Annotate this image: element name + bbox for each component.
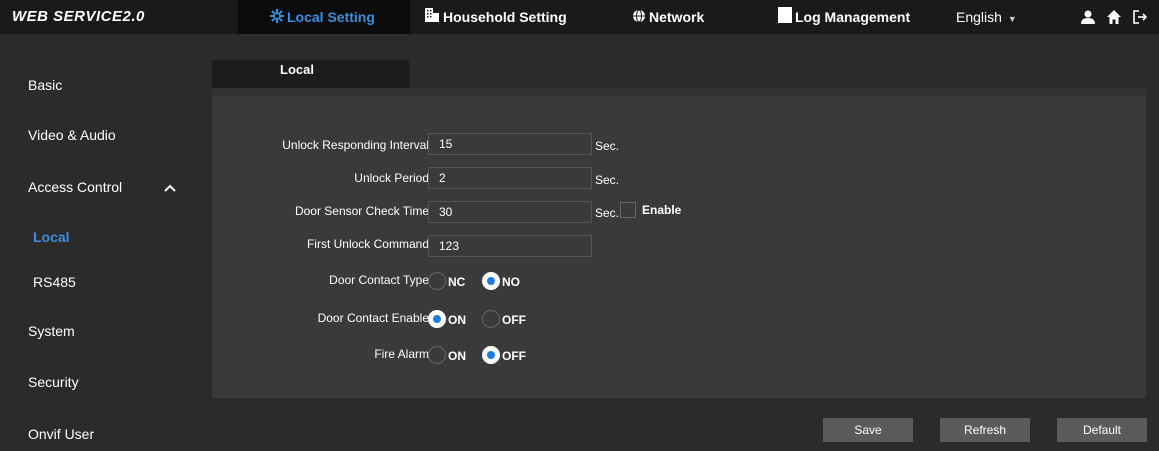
sidebar-item-security[interactable]: Security [28, 374, 79, 390]
building-icon [424, 1, 440, 35]
nav-household-setting[interactable]: Household Setting [424, 0, 567, 34]
first-unlock-label: First Unlock Command [306, 237, 429, 251]
sidebar-item-system[interactable]: System [28, 323, 75, 339]
top-bar: WEB SERVICE2.0 Local Setting Household S… [0, 0, 1159, 34]
sidebar-item-onvif-user[interactable]: Onvif User [28, 426, 94, 442]
save-button[interactable]: Save [823, 418, 913, 442]
chevron-down-icon: ▼ [1007, 14, 1017, 24]
logout-icon[interactable] [1132, 9, 1148, 25]
globe-icon [632, 1, 646, 35]
sidebar-item-local[interactable]: Local [33, 229, 70, 245]
fire-alarm-off-radio[interactable] [482, 346, 500, 364]
home-icon[interactable] [1106, 9, 1122, 25]
unlock-period-label: Unlock Period [354, 171, 429, 185]
door-sensor-enable-label: Enable [642, 203, 682, 217]
door-contact-enable-on-radio[interactable] [428, 310, 446, 328]
fire-alarm-on-label: ON [448, 349, 466, 363]
door-contact-type-no-label: NO [502, 275, 520, 289]
fire-alarm-on-radio[interactable] [428, 346, 446, 364]
door-contact-type-nc-radio[interactable] [428, 272, 446, 290]
first-unlock-input[interactable]: 123 [428, 235, 592, 257]
nav-local-setting-label: Local Setting [287, 9, 375, 25]
tab-tail [382, 60, 409, 88]
unlock-period-unit: Sec. [595, 173, 620, 187]
language-select[interactable]: English ▼ [956, 0, 1017, 34]
door-contact-type-no-radio[interactable] [482, 272, 500, 290]
sidebar-item-rs485[interactable]: RS485 [33, 274, 76, 290]
tab-local[interactable]: Local [212, 60, 382, 88]
fire-alarm-off-label: OFF [502, 349, 526, 363]
user-icon[interactable] [1080, 9, 1096, 25]
nav-network-label: Network [649, 9, 705, 25]
brand-logo: WEB SERVICE2.0 [12, 8, 145, 25]
log-icon [778, 1, 792, 35]
door-contact-enable-off-label: OFF [502, 313, 526, 327]
door-sensor-input[interactable]: 30 [428, 201, 592, 223]
door-contact-type-nc-label: NC [448, 275, 466, 289]
panel-header-strip [212, 88, 1146, 96]
door-contact-enable-off-radio[interactable] [482, 310, 500, 328]
unlock-interval-input[interactable]: 15 [428, 133, 592, 155]
language-label: English [956, 9, 1002, 25]
default-button[interactable]: Default [1057, 418, 1147, 442]
door-contact-type-label: Door Contact Type [329, 273, 429, 287]
sidebar-item-access-control[interactable]: Access Control [28, 179, 122, 195]
nav-log-management[interactable]: Log Management [778, 0, 910, 34]
gear-icon [270, 1, 284, 35]
door-sensor-unit: Sec. [595, 206, 620, 220]
door-sensor-enable-checkbox[interactable] [620, 202, 636, 218]
door-sensor-label: Door Sensor Check Time [294, 204, 429, 218]
nav-household-setting-label: Household Setting [443, 9, 567, 25]
nav-local-setting[interactable]: Local Setting [238, 0, 410, 34]
sidebar-item-basic[interactable]: Basic [28, 77, 62, 93]
nav-network[interactable]: Network [632, 0, 704, 34]
door-contact-enable-label: Door Contact Enable [317, 311, 429, 325]
unlock-period-input[interactable]: 2 [428, 167, 592, 189]
tab-bar: Local [212, 60, 409, 88]
chevron-up-icon[interactable] [164, 180, 176, 198]
fire-alarm-label: Fire Alarm [374, 347, 429, 361]
unlock-interval-label: Unlock Responding Interval [282, 138, 429, 152]
unlock-interval-unit: Sec. [595, 139, 620, 153]
nav-log-management-label: Log Management [795, 9, 911, 25]
sidebar-item-video-audio[interactable]: Video & Audio [28, 127, 116, 143]
door-contact-enable-on-label: ON [448, 313, 466, 327]
refresh-button[interactable]: Refresh [940, 418, 1030, 442]
